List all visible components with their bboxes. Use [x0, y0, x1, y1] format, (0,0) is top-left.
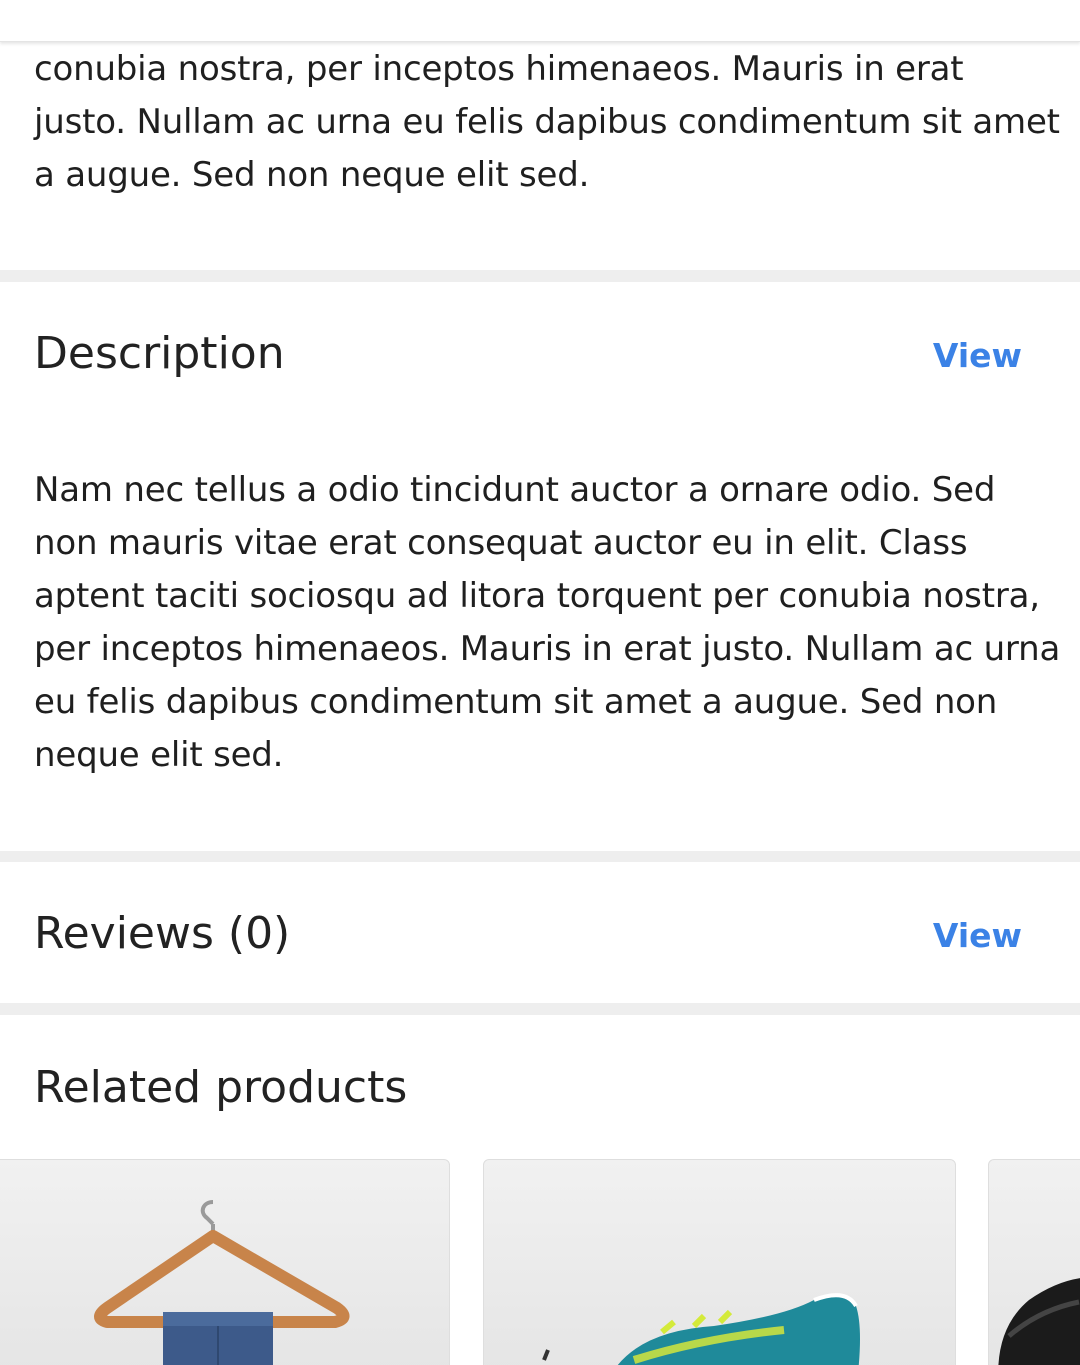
description-view-link[interactable]: View — [933, 336, 1022, 375]
related-product-card-jeans[interactable] — [0, 1159, 450, 1365]
related-products-title: Related products — [34, 1062, 408, 1113]
black-shoe-image — [998, 1278, 1080, 1365]
top-app-bar — [0, 0, 1080, 42]
section-divider — [0, 851, 1080, 862]
section-divider — [0, 1003, 1080, 1015]
product-detail-page: conubia nostra, per inceptos himenaeos. … — [0, 0, 1080, 1365]
section-divider — [0, 270, 1080, 282]
description-body: Nam nec tellus a odio tincidunt auctor a… — [34, 470, 1061, 775]
description-title: Description — [34, 328, 285, 379]
short-description-text: conubia nostra, per inceptos himenaeos. … — [34, 49, 1060, 195]
jeans-on-hanger-image — [94, 1200, 350, 1365]
reviews-view-link[interactable]: View — [933, 916, 1022, 955]
reviews-title: Reviews (0) — [34, 908, 291, 959]
related-product-card-black-shoe[interactable] — [988, 1159, 1080, 1365]
teal-running-shoe-image — [542, 1293, 860, 1365]
related-product-card-shoe[interactable] — [483, 1159, 956, 1365]
